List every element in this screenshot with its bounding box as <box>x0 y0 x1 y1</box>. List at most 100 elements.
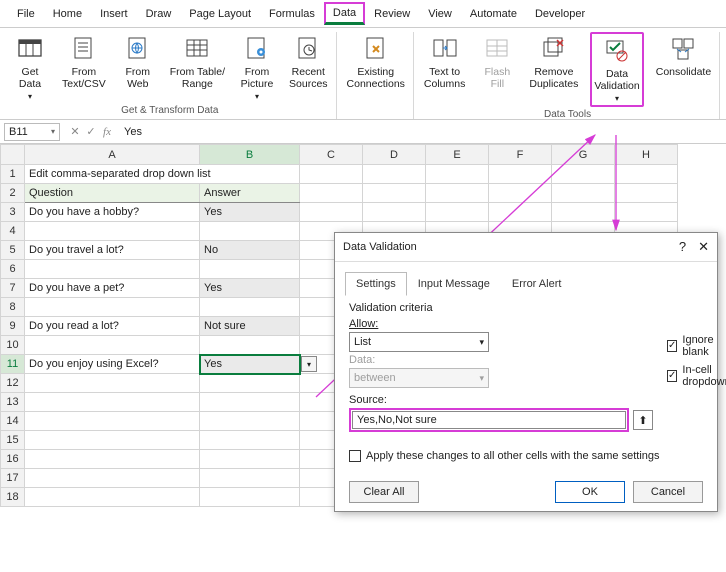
row-header[interactable]: 1 <box>1 165 25 184</box>
row-header[interactable]: 15 <box>1 431 25 450</box>
col-header-G[interactable]: G <box>552 145 615 165</box>
incell-dropdown-checkbox[interactable]: ✓In-cell dropdown <box>667 364 726 388</box>
col-header-A[interactable]: A <box>25 145 200 165</box>
from-text-button[interactable]: From Text/CSV <box>60 32 108 92</box>
range-picker-icon[interactable]: ⬆ <box>633 410 653 430</box>
col-header-C[interactable]: C <box>300 145 363 165</box>
tab-view[interactable]: View <box>419 3 461 25</box>
cancel-button[interactable]: Cancel <box>633 481 703 503</box>
tab-review[interactable]: Review <box>365 3 419 25</box>
row-header[interactable]: 11 <box>1 355 25 374</box>
row-header[interactable]: 8 <box>1 298 25 317</box>
row-header[interactable]: 12 <box>1 374 25 393</box>
tab-automate[interactable]: Automate <box>461 3 526 25</box>
enter-icon[interactable]: ✓ <box>84 125 98 138</box>
dropdown-button[interactable]: ▾ <box>301 356 317 372</box>
row-header[interactable]: 4 <box>1 222 25 241</box>
tab-developer[interactable]: Developer <box>526 3 594 25</box>
allow-value: List <box>354 336 371 348</box>
source-label: Source: <box>349 394 653 406</box>
row-header[interactable]: 3 <box>1 203 25 222</box>
data-validation-button[interactable]: Data Validation▾ <box>590 32 643 107</box>
from-web-button[interactable]: From Web <box>118 32 158 92</box>
cell-question[interactable]: Do you have a pet? <box>25 279 200 298</box>
cell-answer[interactable]: Yes <box>200 203 300 222</box>
cell-answer[interactable]: Not sure <box>200 317 300 336</box>
consolidate-icon <box>668 34 698 64</box>
text-to-columns-button[interactable]: Text to Columns <box>422 32 467 92</box>
tab-formulas[interactable]: Formulas <box>260 3 324 25</box>
row-header[interactable]: 7 <box>1 279 25 298</box>
row-header[interactable]: 10 <box>1 336 25 355</box>
col-header-F[interactable]: F <box>489 145 552 165</box>
tab-file[interactable]: File <box>8 3 44 25</box>
cell-question[interactable]: Do you have a hobby? <box>25 203 200 222</box>
cell-answer[interactable]: No <box>200 241 300 260</box>
group-label-get-transform: Get & Transform Data <box>121 103 218 119</box>
chevron-down-icon: ▾ <box>479 337 484 348</box>
row-header[interactable]: 13 <box>1 393 25 412</box>
formula-bar-icons: ✕ ✓ fx <box>64 125 118 138</box>
text-to-columns-label: Text to Columns <box>424 66 465 90</box>
row-header[interactable]: 2 <box>1 184 25 203</box>
fx-icon[interactable]: fx <box>100 126 114 138</box>
consolidate-button[interactable]: Consolidate <box>654 32 713 80</box>
cancel-icon[interactable]: ✕ <box>68 125 82 138</box>
close-icon[interactable]: ✕ <box>698 239 709 255</box>
tab-pagelayout[interactable]: Page Layout <box>180 3 260 25</box>
dialog-tab-settings[interactable]: Settings <box>345 272 407 296</box>
cell-answer-selected[interactable]: Yes▾ <box>200 355 300 374</box>
from-web-label: From Web <box>126 66 151 90</box>
clear-all-button[interactable]: Clear All <box>349 481 419 503</box>
header-question[interactable]: Question <box>25 184 200 203</box>
tab-draw[interactable]: Draw <box>137 3 181 25</box>
from-picture-button[interactable]: From Picture▾ <box>237 32 277 103</box>
tab-insert[interactable]: Insert <box>91 3 137 25</box>
row-header[interactable]: 18 <box>1 488 25 507</box>
row-header[interactable]: 16 <box>1 450 25 469</box>
cell-answer[interactable]: Yes <box>200 279 300 298</box>
from-table-button[interactable]: From Table/ Range <box>168 32 227 92</box>
header-answer[interactable]: Answer <box>200 184 300 203</box>
ok-button[interactable]: OK <box>555 481 625 503</box>
existing-connections-button[interactable]: Existing Connections <box>345 32 407 92</box>
col-header-B[interactable]: B <box>200 145 300 165</box>
tab-data[interactable]: Data <box>324 2 365 25</box>
row-header[interactable]: 6 <box>1 260 25 279</box>
col-header-E[interactable]: E <box>426 145 489 165</box>
formula-input[interactable]: Yes <box>118 124 726 140</box>
recent-sources-button[interactable]: Recent Sources <box>287 32 330 92</box>
select-all-corner[interactable] <box>1 145 25 165</box>
dialog-buttons: Clear All OK Cancel <box>335 472 717 511</box>
col-header-H[interactable]: H <box>615 145 678 165</box>
data-validation-icon <box>602 36 632 66</box>
dialog-tab-input-message[interactable]: Input Message <box>407 272 501 296</box>
apply-same-label: Apply these changes to all other cells w… <box>366 450 660 462</box>
data-select: between ▾ <box>349 368 489 388</box>
apply-same-settings-checkbox[interactable]: Apply these changes to all other cells w… <box>349 450 703 462</box>
get-data-label: Get Data <box>19 66 41 90</box>
dialog-titlebar[interactable]: Data Validation ? ✕ <box>335 233 717 262</box>
sheet-title[interactable]: Edit comma-separated drop down list <box>25 165 300 184</box>
help-icon[interactable]: ? <box>679 239 686 255</box>
col-header-D[interactable]: D <box>363 145 426 165</box>
remove-duplicates-button[interactable]: Remove Duplicates <box>527 32 580 92</box>
cell-question[interactable]: Do you enjoy using Excel? <box>25 355 200 374</box>
allow-select[interactable]: List ▾ <box>349 332 489 352</box>
existing-connections-icon <box>361 34 391 64</box>
cell-question[interactable]: Do you travel a lot? <box>25 241 200 260</box>
name-box[interactable]: B11 ▾ <box>4 123 60 141</box>
row-header[interactable]: 5 <box>1 241 25 260</box>
row-header[interactable]: 9 <box>1 317 25 336</box>
chevron-down-icon: ▾ <box>615 94 619 103</box>
row-header[interactable]: 14 <box>1 412 25 431</box>
source-input[interactable]: Yes,No,Not sure <box>352 411 626 429</box>
chevron-down-icon: ▾ <box>479 373 484 384</box>
row-header[interactable]: 17 <box>1 469 25 488</box>
data-label: Data: <box>349 354 653 366</box>
dialog-tab-error-alert[interactable]: Error Alert <box>501 272 573 296</box>
ignore-blank-checkbox[interactable]: ✓Ignore blank <box>667 334 726 358</box>
get-data-button[interactable]: Get Data▾ <box>10 32 50 103</box>
cell-question[interactable]: Do you read a lot? <box>25 317 200 336</box>
tab-home[interactable]: Home <box>44 3 91 25</box>
